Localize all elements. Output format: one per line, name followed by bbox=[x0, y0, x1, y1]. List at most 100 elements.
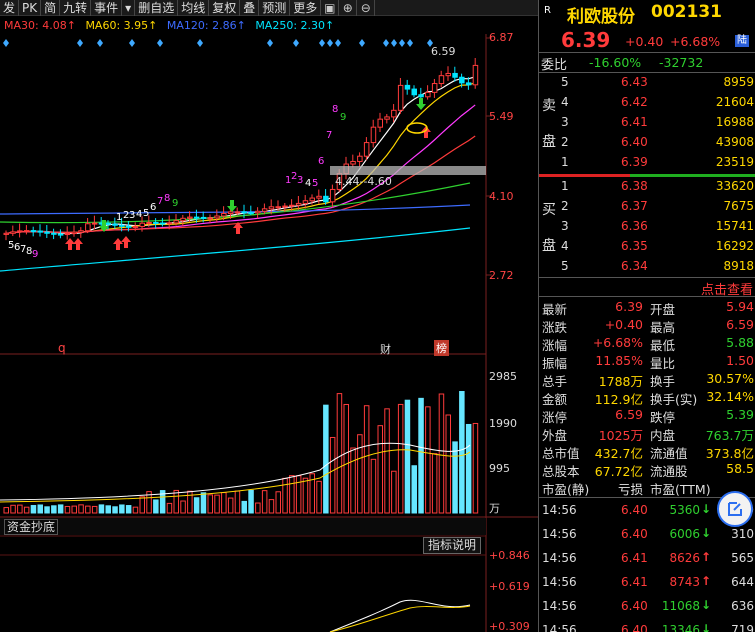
event-diamond bbox=[197, 39, 203, 47]
ask-price: 6.40 bbox=[621, 135, 648, 149]
volume-bar bbox=[112, 506, 118, 514]
volume-bar bbox=[166, 502, 173, 514]
tick-row: 14:56 6.40 13346 ↓ 719 bbox=[539, 621, 755, 632]
nine-turn-count: 3 bbox=[297, 175, 303, 186]
candle-body bbox=[146, 221, 152, 224]
ask-price: 6.41 bbox=[621, 115, 648, 129]
candle-body bbox=[10, 231, 16, 234]
candle-body bbox=[166, 222, 173, 225]
stat-row: 金额 112.9亿 换手(实) 32.14% bbox=[539, 388, 755, 407]
volume-bar bbox=[411, 465, 417, 514]
bid-row-3[interactable]: 3 6.36 15741 bbox=[539, 217, 755, 237]
volume-bar bbox=[214, 494, 220, 514]
volume-bar bbox=[370, 458, 377, 514]
bid-row-4[interactable]: 4 6.35 16292 bbox=[539, 237, 755, 257]
bid-row-2[interactable]: 2 6.37 7675 bbox=[539, 197, 755, 217]
candle-body bbox=[153, 221, 159, 224]
candle-body bbox=[438, 75, 445, 85]
bid-row-1[interactable]: 1 6.38 33620 bbox=[539, 177, 755, 197]
bid-side-label-1: 买 bbox=[542, 202, 556, 218]
vol-axis-label-2: 1990 bbox=[489, 417, 517, 430]
volume-bar bbox=[139, 496, 145, 514]
volume-bar bbox=[207, 494, 213, 514]
volume-bar bbox=[98, 504, 105, 514]
nine-turn-count: 3 bbox=[129, 210, 135, 221]
volume-bar bbox=[295, 475, 302, 514]
r-badge: R bbox=[544, 5, 551, 16]
volume-bar bbox=[153, 499, 159, 514]
volume-bar bbox=[431, 453, 438, 514]
weibi-row: 委比 -16.60% -32732 bbox=[539, 53, 755, 73]
candle-body bbox=[193, 216, 200, 219]
ask-row-4[interactable]: 4 6.42 21604 bbox=[539, 93, 755, 113]
candle-body bbox=[418, 94, 424, 98]
ask-level: 5 bbox=[561, 75, 569, 89]
tick-time: 14:56 bbox=[542, 575, 577, 589]
float-action-icon[interactable] bbox=[717, 491, 753, 527]
candle-body bbox=[282, 205, 288, 208]
ask-price: 6.42 bbox=[621, 95, 648, 109]
candle-body bbox=[17, 230, 23, 233]
stock-code: 002131 bbox=[651, 2, 722, 22]
bid-row-5[interactable]: 5 6.34 8918 bbox=[539, 257, 755, 277]
volume-bar bbox=[336, 393, 343, 514]
indicator-help-button[interactable]: 指标说明 bbox=[423, 537, 482, 554]
ask-row-1[interactable]: 1 6.39 23519 bbox=[539, 153, 755, 173]
candle-body bbox=[302, 200, 309, 204]
ask-volume: 43908 bbox=[715, 135, 754, 149]
stat-row: 总股本 67.72亿 流通股 58.5 bbox=[539, 460, 755, 479]
candle-body bbox=[411, 88, 417, 96]
event-diamond bbox=[3, 39, 9, 47]
sell-arrow-icon bbox=[227, 200, 237, 212]
cai-tag[interactable]: 财 bbox=[380, 341, 391, 357]
candle-body bbox=[472, 64, 479, 86]
candle-body bbox=[248, 212, 254, 215]
ask-row-5[interactable]: 5 6.43 8959 bbox=[539, 73, 755, 93]
ask-row-2[interactable]: 2 6.40 43908 bbox=[539, 133, 755, 153]
tick-time: 14:56 bbox=[542, 599, 577, 613]
candle-body bbox=[316, 195, 322, 199]
stat-value: 5.94 bbox=[726, 299, 754, 314]
nine-turn-count: 7 bbox=[326, 130, 332, 141]
candle-body bbox=[431, 83, 438, 93]
volume-bar bbox=[425, 406, 431, 514]
nine-turn-count: 9 bbox=[32, 249, 38, 260]
event-diamond bbox=[407, 39, 413, 47]
volume-bar bbox=[23, 506, 30, 514]
nine-turn-count: 4 bbox=[136, 209, 142, 220]
bang-tag[interactable]: 榜 bbox=[434, 340, 449, 356]
ask-row-3[interactable]: 3 6.41 16988 bbox=[539, 113, 755, 133]
volume-bar bbox=[465, 423, 472, 514]
volume-bar bbox=[261, 490, 268, 514]
nine-turn-count: 5 bbox=[143, 208, 149, 219]
ma60-line bbox=[0, 182, 471, 224]
candle-body bbox=[105, 222, 111, 225]
candle-body bbox=[159, 222, 166, 225]
nine-turn-count: 4 bbox=[305, 178, 311, 189]
candle-body bbox=[391, 109, 397, 118]
ma10-line bbox=[5, 82, 476, 234]
tick-time: 14:56 bbox=[542, 551, 577, 565]
candle-body bbox=[261, 208, 268, 212]
bid-price: 6.37 bbox=[621, 199, 648, 213]
candle-body bbox=[132, 225, 139, 228]
stat-row: 涨停 6.59 跌停 5.39 bbox=[539, 406, 755, 425]
volume-bar bbox=[302, 477, 309, 514]
event-diamond bbox=[359, 39, 365, 47]
buy-arrow-icon bbox=[113, 238, 123, 250]
candle-body bbox=[207, 217, 213, 220]
candle-body bbox=[275, 206, 281, 209]
indicator-title[interactable]: 资金抄底 bbox=[4, 519, 59, 535]
q-tag[interactable]: q bbox=[58, 341, 66, 355]
tick-price: 6.40 bbox=[621, 599, 648, 613]
volume-bar bbox=[78, 504, 84, 514]
tick-price: 6.40 bbox=[621, 527, 648, 541]
price-axis-ticks bbox=[486, 37, 492, 276]
stat-value: 5.88 bbox=[726, 335, 754, 350]
ask-volume: 23519 bbox=[715, 155, 754, 169]
candle-body bbox=[350, 160, 356, 165]
candle-body bbox=[30, 230, 37, 233]
nine-turn-count: 6 bbox=[150, 202, 156, 213]
event-diamond bbox=[327, 39, 333, 47]
volume-bar bbox=[44, 506, 50, 514]
